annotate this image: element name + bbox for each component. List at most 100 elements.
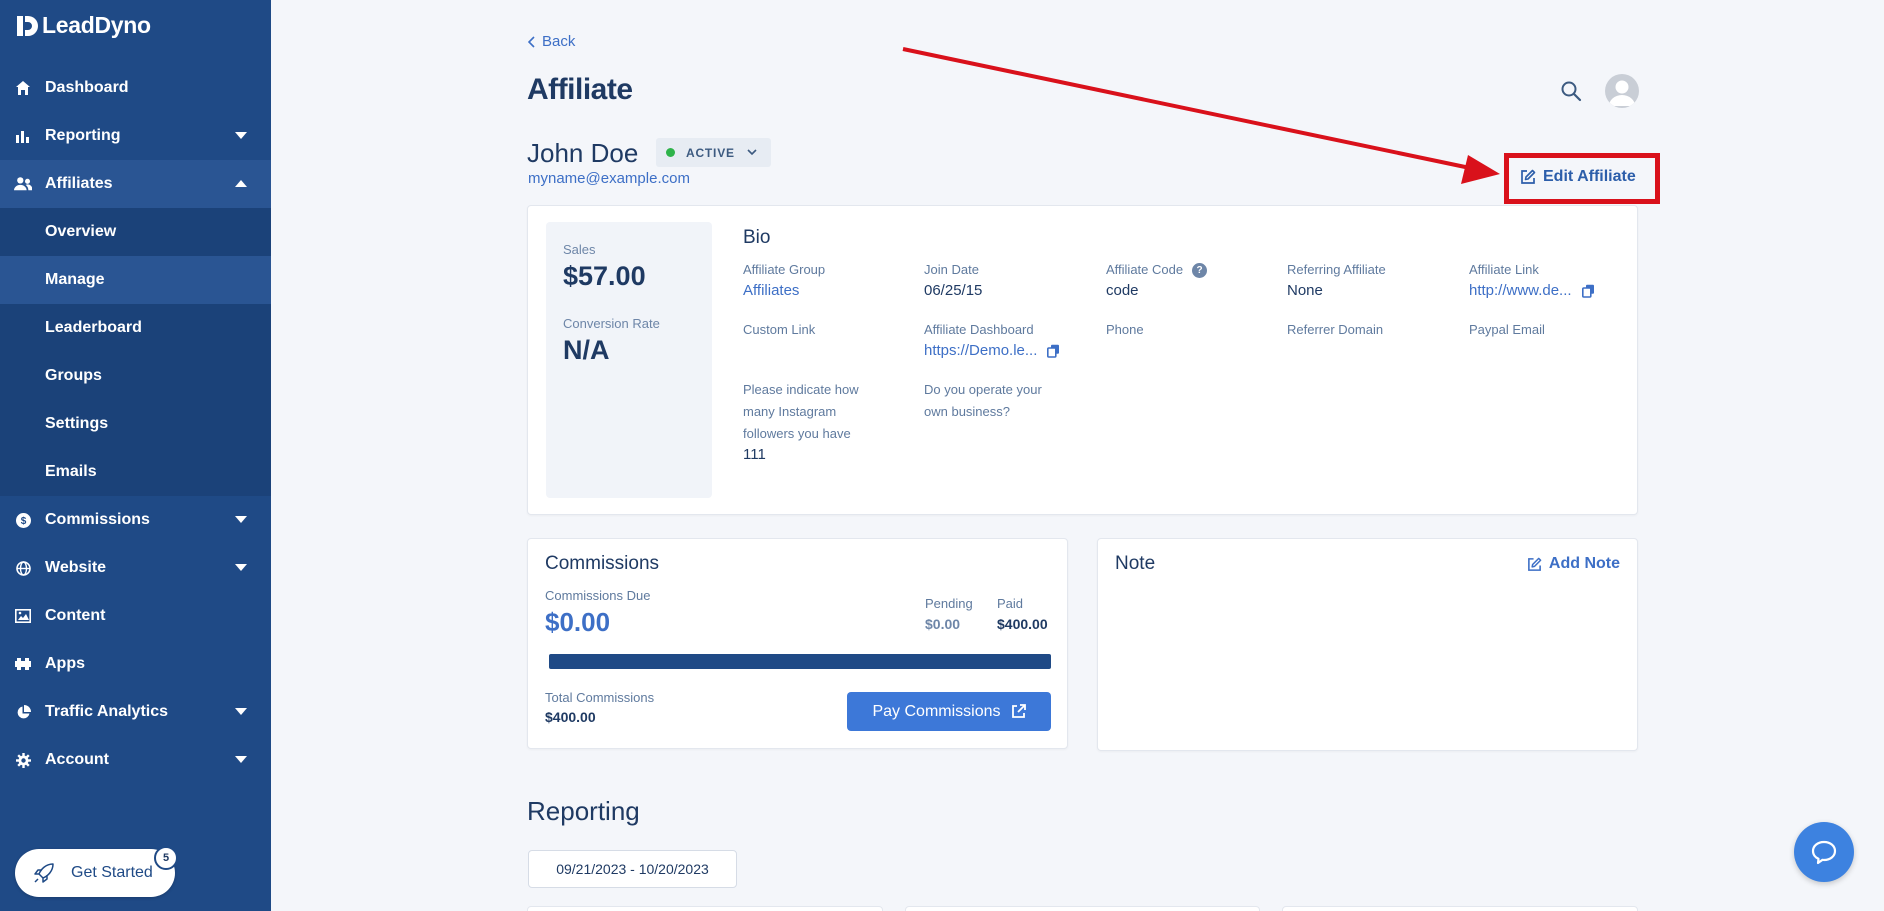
- field-label: Join Date: [924, 262, 979, 277]
- avatar[interactable]: [1605, 74, 1639, 108]
- chevron-up-icon: [235, 180, 247, 187]
- affiliate-email[interactable]: myname@example.com: [528, 170, 690, 187]
- affiliate-name: John Doe: [527, 138, 639, 168]
- globe-icon: [14, 559, 32, 577]
- sidebar-item-apps[interactable]: Apps: [0, 640, 271, 688]
- field-own-business: Do you operate your own business?: [924, 379, 1064, 423]
- status-dropdown[interactable]: ACTIVE: [656, 138, 771, 167]
- get-started-badge: 5: [154, 846, 178, 870]
- field-label: Please indicate how many Instagram follo…: [743, 382, 859, 441]
- sidebar-item-reporting[interactable]: Reporting: [0, 112, 271, 160]
- sidebar-subitem-emails[interactable]: Emails: [0, 448, 271, 496]
- affiliates-submenu: Overview Manage Leaderboard Groups Setti…: [0, 208, 271, 496]
- field-label: Affiliate Dashboard: [924, 322, 1034, 337]
- sidebar-item-traffic-analytics[interactable]: Traffic Analytics: [0, 688, 271, 736]
- conversion-rate-value: N/A: [563, 335, 610, 365]
- bio-title: Bio: [743, 227, 771, 248]
- paid-value: $400.00: [997, 616, 1048, 632]
- status-badge: ACTIVE: [686, 145, 735, 160]
- sidebar-item-website[interactable]: Website: [0, 544, 271, 592]
- chevron-down-icon: [235, 756, 247, 763]
- field-label: Paypal Email: [1469, 322, 1545, 337]
- field-affiliate-dashboard: Affiliate Dashboard https://Demo.le...: [924, 319, 1094, 361]
- sidebar-item-label: Content: [45, 607, 106, 624]
- user-avatar-icon: [1609, 80, 1635, 106]
- home-icon: [14, 79, 32, 97]
- affiliate-dashboard-link[interactable]: https://Demo.le...: [924, 341, 1037, 361]
- sidebar-subitem-overview[interactable]: Overview: [0, 208, 271, 256]
- sidebar-item-commissions[interactable]: $ Commissions: [0, 496, 271, 544]
- field-label: Do you operate your own business?: [924, 382, 1042, 419]
- sidebar-subitem-label: Manage: [45, 271, 105, 288]
- chevron-down-icon: [235, 132, 247, 139]
- sidebar-subitem-settings[interactable]: Settings: [0, 400, 271, 448]
- reporting-title: Reporting: [527, 796, 640, 826]
- field-value: 111: [743, 446, 766, 463]
- reporting-cards: [527, 906, 1639, 911]
- bio-card: Sales $57.00 Conversion Rate N/A Bio Aff…: [527, 205, 1638, 515]
- help-icon[interactable]: ?: [1192, 263, 1208, 279]
- add-note-button[interactable]: Add Note: [1527, 555, 1620, 573]
- sidebar-item-dashboard[interactable]: Dashboard: [0, 64, 271, 112]
- pay-commissions-button[interactable]: Pay Commissions: [847, 692, 1051, 731]
- pending-label: Pending: [925, 596, 973, 611]
- chat-button[interactable]: [1794, 822, 1854, 882]
- chevron-left-icon: [528, 35, 535, 48]
- date-range-picker[interactable]: 09/21/2023 - 10/20/2023: [528, 850, 737, 888]
- paid-label: Paid: [997, 596, 1024, 611]
- sidebar-nav: Dashboard Reporting Affiliates Overview …: [0, 64, 271, 784]
- pending-value: $0.00: [925, 616, 961, 632]
- field-referrer-domain: Referrer Domain: [1287, 319, 1457, 341]
- sidebar-item-content[interactable]: Content: [0, 592, 271, 640]
- sidebar-subitem-leaderboard[interactable]: Leaderboard: [0, 304, 271, 352]
- commissions-card: Commissions Commissions Due $0.00 Pendin…: [527, 538, 1068, 749]
- brand-logo[interactable]: LeadDyno: [14, 12, 151, 39]
- note-card: Note Add Note: [1097, 538, 1638, 751]
- field-label: Referrer Domain: [1287, 322, 1384, 337]
- field-paypal-email: Paypal Email: [1469, 319, 1639, 341]
- copy-icon[interactable]: [1047, 344, 1060, 358]
- sidebar-subitem-label: Settings: [45, 415, 109, 432]
- field-label: Affiliate Group: [743, 262, 826, 277]
- sidebar-item-account[interactable]: Account: [0, 736, 271, 784]
- sidebar-item-label: Apps: [45, 655, 85, 672]
- get-started-button[interactable]: Get Started: [15, 849, 175, 897]
- edit-icon: [1527, 557, 1542, 571]
- search-icon[interactable]: [1560, 80, 1582, 102]
- pay-commissions-label: Pay Commissions: [872, 702, 1001, 720]
- sidebar-subitem-groups[interactable]: Groups: [0, 352, 271, 400]
- gear-icon: [14, 751, 32, 769]
- sidebar-item-label: Reporting: [45, 127, 121, 144]
- field-value: 06/25/15: [924, 282, 983, 299]
- field-affiliate-link: Affiliate Link http://www.de...: [1469, 259, 1639, 301]
- sidebar-item-label: Website: [45, 559, 107, 576]
- field-label: Referring Affiliate: [1287, 262, 1386, 277]
- annotation-highlight-box: [1504, 153, 1660, 204]
- sidebar-item-label: Traffic Analytics: [45, 703, 169, 720]
- reporting-card: [527, 906, 883, 911]
- field-custom-link: Custom Link: [743, 319, 913, 341]
- pie-chart-icon: [14, 703, 32, 721]
- affiliate-link[interactable]: http://www.de...: [1469, 281, 1572, 301]
- page-title: Affiliate: [527, 73, 633, 106]
- back-link[interactable]: Back: [528, 33, 575, 50]
- sidebar-subitem-manage[interactable]: Manage: [0, 256, 271, 304]
- total-commissions-value: $400.00: [545, 709, 596, 725]
- sidebar-item-label: Affiliates: [45, 175, 113, 192]
- field-referring-affiliate: Referring Affiliate None: [1287, 259, 1457, 301]
- sales-value: $57.00: [563, 261, 646, 291]
- field-label: Custom Link: [743, 322, 816, 337]
- sidebar-item-affiliates[interactable]: Affiliates: [0, 160, 271, 208]
- rocket-icon: [34, 863, 54, 883]
- sidebar-subitem-label: Emails: [45, 463, 97, 480]
- sidebar-item-label: Commissions: [45, 511, 150, 528]
- sales-label: Sales: [563, 242, 596, 257]
- commissions-progress-fill: [549, 654, 1051, 669]
- sidebar-subitem-label: Overview: [45, 223, 117, 240]
- sidebar-item-label: Dashboard: [45, 79, 129, 96]
- commissions-due-value: $0.00: [545, 607, 611, 637]
- sidebar-subitem-label: Leaderboard: [45, 319, 142, 336]
- affiliate-group-link[interactable]: Affiliates: [743, 281, 913, 301]
- copy-icon[interactable]: [1581, 284, 1595, 298]
- commissions-title: Commissions: [545, 553, 660, 574]
